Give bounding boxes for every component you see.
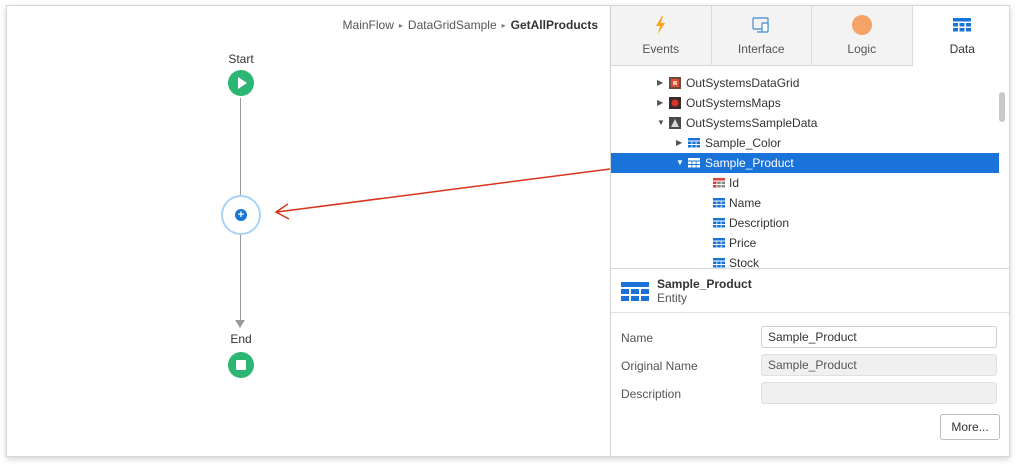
entity-icon xyxy=(621,282,649,301)
entity-icon xyxy=(688,158,700,168)
tree-scrollbar[interactable] xyxy=(999,92,1005,122)
tree-item-sample-color[interactable]: ▶ Sample_Color xyxy=(611,133,999,153)
grid-icon xyxy=(953,18,972,32)
attribute-icon xyxy=(713,258,725,268)
expand-right-icon[interactable]: ▶ xyxy=(657,73,663,93)
tab-interface[interactable]: Interface xyxy=(712,6,812,65)
tree-item-price[interactable]: Price xyxy=(611,233,999,253)
attribute-icon xyxy=(713,198,725,208)
tree-item-label: Price xyxy=(729,236,757,250)
tree-item-outsystemsdatagrid[interactable]: ▶ OutSystemsDataGrid xyxy=(611,73,999,93)
attribute-icon xyxy=(713,218,725,228)
properties-header: Sample_Product Entity xyxy=(611,269,1009,313)
tab-data[interactable]: Data xyxy=(912,6,1009,67)
description-field xyxy=(761,382,997,404)
tree-item-label: Stock xyxy=(729,256,760,268)
tab-events-label: Events xyxy=(642,42,680,56)
module-icon xyxy=(669,117,681,129)
lightning-icon xyxy=(655,16,665,34)
id-attribute-icon xyxy=(713,178,725,188)
original-name-field: Sample_Product xyxy=(761,354,997,376)
original-name-label: Original Name xyxy=(621,359,698,373)
expand-down-icon[interactable]: ▼ xyxy=(676,153,684,173)
properties-title: Sample_Product xyxy=(657,277,752,291)
module-icon xyxy=(669,77,681,89)
tree-item-description[interactable]: Description xyxy=(611,213,999,233)
tree-item-label: Id xyxy=(729,176,740,190)
tab-events[interactable]: Events xyxy=(611,6,712,65)
tab-interface-label: Interface xyxy=(737,42,785,56)
expand-right-icon[interactable]: ▶ xyxy=(657,93,663,113)
name-field[interactable]: Sample_Product xyxy=(761,326,997,348)
tree-item-sample-product[interactable]: ▼ Sample_Product xyxy=(611,153,999,173)
screen-icon xyxy=(752,17,769,33)
flow-canvas[interactable]: MainFlow ▸ DataGridSample ▸ GetAllProducts S… xyxy=(7,6,610,456)
tree-item-label: OutSystemsDataGrid xyxy=(686,76,800,90)
tree-item-id[interactable]: Id xyxy=(611,173,999,193)
app-window: MainFlow ▸ DataGridSample ▸ GetAllProducts S… xyxy=(6,5,1010,457)
drag-arrow-icon xyxy=(274,168,610,220)
more-button[interactable]: More... xyxy=(940,414,1000,440)
tree-item-label: Sample_Color xyxy=(705,136,782,150)
tree-item-label: OutSystemsSampleData xyxy=(686,116,818,130)
description-label: Description xyxy=(621,387,682,401)
name-label: Name xyxy=(621,331,654,345)
tab-data-label: Data xyxy=(949,42,975,56)
tab-logic-label: Logic xyxy=(847,42,877,56)
tree-item-outsystemsmaps[interactable]: ▶ OutSystemsMaps xyxy=(611,93,999,113)
tree-item-outsystemssampledata[interactable]: ▼ OutSystemsSampleData xyxy=(611,113,999,133)
expand-right-icon[interactable]: ▶ xyxy=(676,133,682,153)
data-tree: ▶ OutSystemsDataGrid ▶ OutSystemsMaps ▼ xyxy=(611,72,1009,268)
tree-item-label: Sample_Product xyxy=(705,156,794,170)
tree-item-name[interactable]: Name xyxy=(611,193,999,213)
attribute-icon xyxy=(713,238,725,248)
tree-item-label: Description xyxy=(729,216,790,230)
module-icon xyxy=(669,97,681,109)
expand-down-icon[interactable]: ▼ xyxy=(657,113,665,133)
entity-icon xyxy=(688,138,700,148)
tab-logic[interactable]: Logic xyxy=(812,6,913,65)
properties-subtitle: Entity xyxy=(657,291,688,305)
right-panel: Events Interface Logic Data ▶ OutSystems… xyxy=(610,6,1009,456)
properties-panel: Sample_Product Entity Name Sample_Produc… xyxy=(611,268,1009,456)
tree-item-label: OutSystemsMaps xyxy=(686,96,781,110)
circle-icon xyxy=(851,15,872,35)
panel-tabs: Events Interface Logic Data xyxy=(611,6,1009,67)
tree-item-label: Name xyxy=(729,196,762,210)
tree-item-stock[interactable]: Stock xyxy=(611,253,999,268)
